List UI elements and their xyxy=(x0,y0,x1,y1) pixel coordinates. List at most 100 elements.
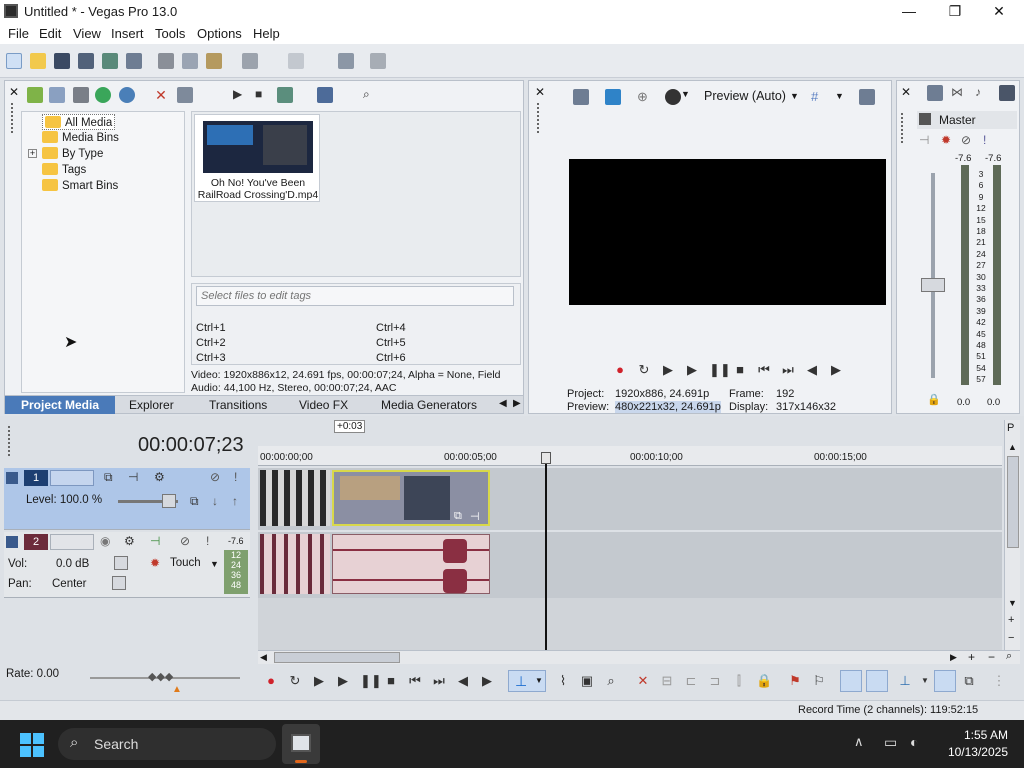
playhead-handle[interactable] xyxy=(541,452,551,464)
chevron-down-icon[interactable]: ▼ xyxy=(835,91,844,101)
tabs-scroll-left-icon[interactable]: ◀ xyxy=(499,398,507,409)
video-track-name-field[interactable] xyxy=(50,470,94,486)
play-icon[interactable]: ▶ xyxy=(685,363,699,377)
video-level-slider-handle[interactable] xyxy=(162,494,176,508)
video-track-lane[interactable]: ⧉ ⊣ xyxy=(258,468,1002,530)
tree-item-tags[interactable]: Tags xyxy=(42,162,86,178)
zoom-in-tracks-icon[interactable]: + xyxy=(1008,614,1014,626)
video-event[interactable]: ⧉ ⊣ xyxy=(332,470,490,526)
ignore-grouping-icon[interactable]: ⧉ xyxy=(962,674,976,688)
find-media-icon[interactable] xyxy=(119,87,135,103)
track-motion-icon[interactable]: ⧉ xyxy=(104,470,113,485)
timeline-more-icon[interactable]: ⋮ xyxy=(992,674,1006,688)
pause-icon[interactable]: ❚❚ xyxy=(709,363,731,377)
menu-options[interactable]: Options xyxy=(197,26,242,41)
tab-project-media[interactable]: Project Media xyxy=(5,396,115,414)
copy-snapshot-icon[interactable] xyxy=(859,89,875,105)
zoom-out-tracks-icon[interactable]: − xyxy=(1008,632,1014,644)
views-icon[interactable] xyxy=(317,87,333,103)
web-media-icon[interactable] xyxy=(95,87,111,103)
dim-output-icon[interactable]: ♪ xyxy=(975,85,991,101)
tab-transitions[interactable]: Transitions xyxy=(209,398,267,412)
go-to-start-icon[interactable]: ⏮ xyxy=(408,674,422,688)
record-icon[interactable]: ● xyxy=(613,363,627,377)
timeline-markers-icon[interactable]: P xyxy=(1007,422,1014,434)
lock-icon[interactable]: 🔒 xyxy=(927,393,941,406)
maximize-button[interactable]: ❐ xyxy=(932,0,978,22)
whats-this-help-icon[interactable] xyxy=(370,53,386,69)
loop-playback-icon[interactable]: ↻ xyxy=(288,674,302,688)
trim-end-icon[interactable]: ⊐ xyxy=(708,674,722,688)
trim-start-icon[interactable]: ⊏ xyxy=(684,674,698,688)
normal-edit-tool[interactable]: ⊥ ▼ xyxy=(508,670,546,692)
next-frame-icon[interactable]: ▶ xyxy=(480,674,494,688)
redo-icon[interactable] xyxy=(288,53,304,69)
capture-video-icon[interactable] xyxy=(49,87,65,103)
tree-item-smart-bins[interactable]: Smart Bins xyxy=(42,178,118,194)
render-icon[interactable] xyxy=(102,53,118,69)
audio-solo-icon[interactable]: ! xyxy=(206,534,209,548)
zoom-in-time-icon[interactable]: + xyxy=(968,650,975,664)
auto-ripple-toggle[interactable] xyxy=(840,670,862,692)
tree-item-media-bins[interactable]: Media Bins xyxy=(42,130,119,146)
audio-clip-frames[interactable] xyxy=(260,534,330,594)
video-clip-frames[interactable] xyxy=(260,470,330,526)
master-gripper[interactable] xyxy=(901,113,905,143)
save-as-icon[interactable] xyxy=(78,53,94,69)
parent-compositing-icon[interactable]: ⧉ xyxy=(190,494,199,509)
automation-mode-dropdown[interactable]: Touch xyxy=(170,557,201,569)
panel-close-icon[interactable]: ✕ xyxy=(9,85,19,99)
external-monitor-icon[interactable] xyxy=(605,89,621,105)
rate-slider-handle[interactable]: ◆◆◆ xyxy=(148,670,173,683)
volume-icon[interactable]: ◐ xyxy=(910,734,918,750)
auto-preview-icon[interactable] xyxy=(277,87,293,103)
playhead-cursor[interactable] xyxy=(545,460,547,650)
overlays-icon[interactable]: # xyxy=(811,89,827,105)
audio-track-fx-icon[interactable]: ⚙ xyxy=(124,534,135,548)
automation-settings-icon[interactable]: ✹ xyxy=(150,556,160,570)
arm-for-record-icon[interactable]: ◉ xyxy=(100,534,110,548)
event-pan-crop-icon[interactable]: ⧉ xyxy=(454,510,462,523)
remove-media-icon[interactable]: ✕ xyxy=(153,87,169,103)
copy-icon[interactable] xyxy=(182,53,198,69)
menu-insert[interactable]: Insert xyxy=(111,26,144,41)
video-track-header[interactable]: 1 ⧉ ⊣ ⚙ ⊘ ! Level: 100.0 % ⧉ ↓ ↑ xyxy=(4,468,250,530)
timeline-horizontal-scrollbar[interactable]: ◀ ▶ + − ⌕ xyxy=(258,650,1020,664)
play-icon[interactable]: ▶ xyxy=(336,674,350,688)
selection-edit-tool-icon[interactable]: ▣ xyxy=(580,674,594,688)
media-item-card[interactable]: Oh No! You've Been RailRoad Crossing'D.m… xyxy=(194,114,320,202)
menu-view[interactable]: View xyxy=(73,26,101,41)
audio-track-lane[interactable] xyxy=(258,532,1002,598)
play-from-start-icon[interactable]: ▶ xyxy=(661,363,675,377)
lock-event-icon[interactable]: 🔒 xyxy=(756,674,772,688)
preview-quality-icon[interactable] xyxy=(665,89,681,105)
windows-start-icon[interactable] xyxy=(20,733,44,757)
insert-marker-icon[interactable]: ⚑ xyxy=(788,674,802,688)
video-track-fx-icon[interactable]: ⚙ xyxy=(154,470,165,484)
chevron-down-icon[interactable]: ▼ xyxy=(681,89,690,99)
insert-fx-icon[interactable]: ⊣ xyxy=(150,534,160,548)
taskbar-time[interactable]: 1:55 AM xyxy=(944,728,1008,742)
tab-video-fx[interactable]: Video FX xyxy=(299,398,348,412)
chevron-down-icon[interactable]: ▼ xyxy=(790,91,799,101)
preview-quality-dropdown[interactable]: Preview (Auto) xyxy=(704,89,786,103)
bus-insert-fx-icon[interactable]: ⊣ xyxy=(919,133,929,147)
media-properties-icon[interactable] xyxy=(177,87,193,103)
bus-mute-icon[interactable]: ⊘ xyxy=(961,133,971,147)
taskbar-search-box[interactable]: ⌕ Search xyxy=(58,728,276,760)
lock-envelopes-toggle[interactable] xyxy=(934,670,956,692)
menu-tools[interactable]: Tools xyxy=(155,26,185,41)
timeline-vertical-scrollbar[interactable]: P ▲ ▼ + − xyxy=(1004,420,1020,650)
zoom-out-time-icon[interactable]: − xyxy=(988,650,995,664)
video-solo-icon[interactable]: ! xyxy=(234,470,237,484)
previous-frame-icon[interactable]: ◀ xyxy=(456,674,470,688)
undo-icon[interactable] xyxy=(242,53,258,69)
previous-frame-icon[interactable]: ◀ xyxy=(805,363,819,377)
video-mute-icon[interactable]: ⊘ xyxy=(210,470,220,484)
make-compositing-parent-icon[interactable]: ↑ xyxy=(232,494,238,508)
network-icon[interactable]: ▭ xyxy=(884,734,897,751)
minimize-button[interactable]: — xyxy=(886,0,932,22)
taskbar-vegas-app[interactable] xyxy=(282,724,320,764)
new-project-icon[interactable] xyxy=(6,53,22,69)
master-properties-icon[interactable] xyxy=(927,85,943,101)
